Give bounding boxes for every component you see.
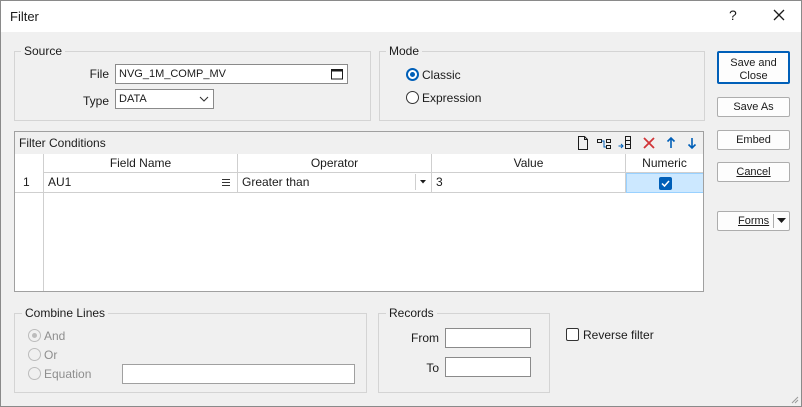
combine-lines-label: Combine Lines (22, 307, 109, 320)
save-as-button[interactable]: Save As (717, 97, 790, 117)
value-cell[interactable]: 3 (432, 173, 626, 193)
forms-button[interactable]: Forms (717, 211, 790, 231)
save-and-close-button[interactable]: Save and Close (717, 51, 790, 84)
filter-conditions-title: Filter Conditions (19, 136, 106, 150)
file-browse-icon[interactable] (331, 68, 343, 80)
and-radio[interactable] (28, 329, 41, 342)
append-row-icon[interactable] (618, 136, 632, 150)
move-up-icon[interactable] (664, 136, 678, 150)
from-input[interactable] (445, 328, 531, 348)
type-select[interactable]: DATA (115, 89, 214, 109)
filter-grid: Field Name Operator Value Numeric 1 AU1 … (15, 154, 703, 291)
column-header-numeric[interactable]: Numeric (626, 154, 703, 173)
forms-divider (773, 214, 774, 228)
records-group (378, 313, 550, 393)
classic-radio[interactable] (406, 68, 419, 81)
filter-conditions-panel: Filter Conditions Field Name Operator Va… (14, 131, 704, 292)
operator-dropdown-button[interactable] (415, 174, 429, 190)
numeric-cell[interactable] (626, 173, 703, 193)
title-bar: Filter ? (1, 1, 801, 32)
operator-value: Greater than (242, 175, 310, 189)
reverse-filter-label: Reverse filter (583, 328, 654, 342)
cancel-button[interactable]: Cancel (717, 162, 790, 182)
chevron-down-icon (199, 96, 209, 102)
forms-dropdown-icon[interactable] (777, 218, 786, 224)
cancel-label: Cancel (736, 166, 771, 178)
reverse-filter-checkbox[interactable] (566, 328, 579, 341)
source-group-label: Source (21, 45, 66, 58)
or-label: Or (44, 348, 58, 362)
field-list-icon[interactable] (222, 179, 230, 186)
value-value: 3 (436, 175, 443, 189)
window-title: Filter (10, 9, 39, 24)
help-button[interactable]: ? (729, 7, 737, 23)
file-input[interactable]: NVG_1M_COMP_MV (115, 64, 348, 84)
to-input[interactable] (445, 357, 531, 377)
field-name-cell[interactable]: AU1 (44, 173, 238, 193)
row-number: 1 (15, 173, 44, 193)
type-value: DATA (119, 93, 147, 105)
chevron-down-icon (420, 180, 426, 184)
column-header-field-name[interactable]: Field Name (44, 154, 238, 173)
operator-cell[interactable]: Greater than (238, 173, 432, 193)
save-and-close-line1: Save and (730, 57, 777, 69)
file-label: File (89, 67, 109, 81)
from-label: From (411, 331, 439, 345)
column-header-value[interactable]: Value (432, 154, 626, 173)
insert-row-icon[interactable] (597, 136, 611, 150)
mode-group-label: Mode (386, 45, 423, 58)
embed-button[interactable]: Embed (717, 130, 790, 150)
or-radio[interactable] (28, 348, 41, 361)
mode-group (379, 51, 705, 121)
source-group (14, 51, 371, 121)
and-label: And (44, 329, 66, 343)
field-name-value: AU1 (48, 175, 72, 189)
equation-radio[interactable] (28, 367, 41, 380)
file-value: NVG_1M_COMP_MV (119, 68, 226, 80)
records-label: Records (386, 307, 437, 320)
move-down-icon[interactable] (685, 136, 699, 150)
classic-label: Classic (422, 68, 461, 82)
new-file-icon[interactable] (576, 136, 590, 150)
to-label: To (426, 361, 439, 375)
equation-input[interactable] (122, 364, 355, 384)
resize-grip-icon[interactable] (789, 394, 799, 404)
numeric-checkbox[interactable] (659, 177, 672, 190)
delete-icon[interactable] (642, 136, 656, 150)
column-header-operator[interactable]: Operator (238, 154, 432, 173)
close-icon[interactable] (770, 6, 788, 24)
type-label: Type (82, 94, 109, 108)
save-and-close-line2: Close (739, 70, 768, 82)
filter-dialog: Filter ? Source File NVG_1M_COMP_MV Type… (0, 0, 802, 407)
forms-label: Forms (738, 215, 770, 227)
equation-label: Equation (44, 367, 92, 381)
expression-label: Expression (422, 91, 482, 105)
expression-radio[interactable] (406, 91, 419, 104)
